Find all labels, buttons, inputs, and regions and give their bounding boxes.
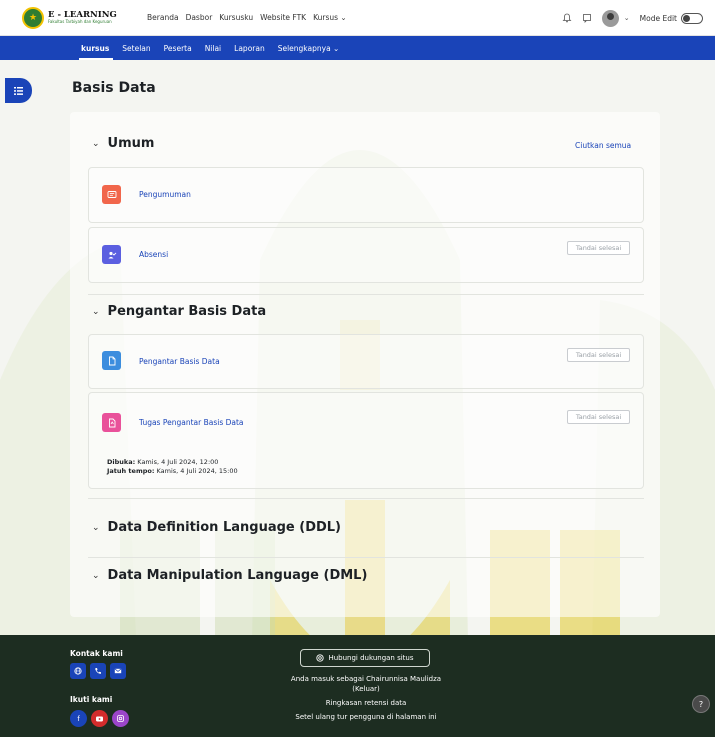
instagram-icon[interactable] [112, 710, 129, 727]
nav-kursus-dropdown[interactable]: Kursus ⌄ [313, 13, 347, 22]
chat-icon[interactable] [580, 11, 594, 25]
activity-link[interactable]: Pengumuman [139, 190, 191, 199]
reset-tour-link[interactable]: Setel ulang tur pengguna di halaman ini [266, 713, 466, 722]
nav-kursusku[interactable]: Kursusku [219, 13, 253, 22]
activity-dates: Dibuka: Kamis, 4 Juli 2024, 12:00 Jatuh … [107, 458, 238, 476]
logged-in-info: Anda masuk sebagai Chairunnisa Maulidza [290, 675, 442, 683]
data-retention-link[interactable]: Ringkasan retensi data [266, 699, 466, 708]
section-pengantar-header[interactable]: ⌄ Pengantar Basis Data [92, 304, 266, 319]
activity-link[interactable]: Pengantar Basis Data [139, 357, 220, 366]
facebook-icon[interactable]: f [70, 710, 87, 727]
opened-label: Dibuka: [107, 458, 136, 466]
assignment-icon [102, 413, 121, 432]
section-umum-header[interactable]: ⌄ Umum [92, 136, 154, 151]
chevron-down-icon[interactable]: ⌄ [92, 523, 100, 533]
logo-emblem-icon: ★ [22, 6, 44, 29]
opened-date: Kamis, 4 Juli 2024, 12:00 [137, 458, 219, 466]
lifebuoy-icon [316, 654, 325, 662]
forum-icon [102, 185, 121, 204]
due-label: Jatuh tempo: [107, 467, 155, 475]
contact-heading: Kontak kami [70, 649, 123, 658]
edit-mode-toggle[interactable] [681, 12, 703, 24]
course-navigation: kursus Setelan Peserta Nilai Laporan Sel… [0, 36, 715, 60]
tab-laporan[interactable]: Laporan [234, 44, 265, 53]
globe-icon[interactable] [70, 663, 86, 679]
tab-setelan[interactable]: Setelan [122, 44, 150, 53]
tab-nilai[interactable]: Nilai [205, 44, 221, 53]
phone-icon[interactable] [90, 663, 106, 679]
tab-kursus[interactable]: kursus [81, 44, 109, 53]
chevron-down-icon[interactable]: ⌄ [624, 14, 630, 22]
chevron-down-icon[interactable]: ⌄ [92, 139, 100, 149]
contact-support-button[interactable]: Hubungi dukungan situs [300, 649, 430, 667]
help-button[interactable]: ? [692, 695, 710, 713]
logo-title: E - LEARNING [48, 9, 117, 20]
activity-link[interactable]: Tugas Pengantar Basis Data [139, 418, 244, 427]
section-dml-header[interactable]: ⌄ Data Manipulation Language (DML) [92, 568, 367, 583]
tab-selengkapnya[interactable]: Selengkapnya ⌄ [278, 44, 340, 53]
activity-link[interactable]: Absensi [139, 250, 168, 259]
mark-done-button[interactable]: Tandai selesai [567, 348, 630, 362]
section-title: Pengantar Basis Data [107, 304, 267, 319]
activity-pengumuman: Pengumuman [88, 167, 644, 223]
logout-link[interactable]: (Keluar) [266, 685, 466, 694]
due-date-row: Jatuh tempo: Kamis, 4 Juli 2024, 15:00 [107, 467, 238, 476]
activity-absensi: Absensi Tandai selesai [88, 227, 644, 283]
section-divider [88, 557, 644, 558]
list-icon [14, 86, 23, 95]
primary-navigation: Beranda Dasbor Kursusku Website FTK Kurs… [147, 13, 354, 22]
chevron-down-icon[interactable]: ⌄ [92, 571, 100, 581]
section-title: Data Manipulation Language (DML) [107, 568, 368, 583]
page-title: Basis Data [72, 80, 156, 96]
mail-icon[interactable] [110, 663, 126, 679]
section-title: Data Definition Language (DDL) [107, 520, 342, 535]
section-divider [88, 498, 644, 499]
course-index-toggle-button[interactable] [5, 78, 32, 103]
site-logo[interactable]: ★ E - LEARNING Fakultas Tarbiyah dan Keg… [22, 6, 137, 29]
activity-tugas-pengantar: Tugas Pengantar Basis Data Tandai selesa… [88, 392, 644, 489]
follow-heading: Ikuti kami [70, 695, 113, 704]
nav-dasbor[interactable]: Dasbor [186, 13, 213, 22]
logo-subtitle: Fakultas Tarbiyah dan Keguruan [48, 19, 112, 25]
user-controls: ⌄ Mode Edit [560, 0, 703, 36]
section-divider [88, 294, 644, 295]
top-navbar: ★ E - LEARNING Fakultas Tarbiyah dan Keg… [0, 0, 715, 36]
activity-pengantar-basis-data: Pengantar Basis Data Tandai selesai [88, 334, 644, 389]
edit-mode-label: Mode Edit [639, 13, 677, 23]
active-tab-indicator [79, 58, 113, 60]
attendance-icon [102, 245, 121, 264]
support-label: Hubungi dukungan situs [328, 654, 414, 662]
due-date: Kamis, 4 Juli 2024, 15:00 [156, 467, 238, 475]
bell-icon[interactable] [560, 11, 574, 25]
collapse-all-link[interactable]: Ciutkan semua [575, 141, 631, 150]
opened-date-row: Dibuka: Kamis, 4 Juli 2024, 12:00 [107, 458, 238, 467]
section-title: Umum [107, 136, 155, 151]
tab-peserta[interactable]: Peserta [164, 44, 192, 53]
mark-done-button[interactable]: Tandai selesai [567, 241, 630, 255]
nav-website-ftk[interactable]: Website FTK [260, 13, 306, 22]
section-ddl-header[interactable]: ⌄ Data Definition Language (DDL) [92, 520, 341, 535]
mark-done-button[interactable]: Tandai selesai [567, 410, 630, 424]
user-avatar[interactable] [601, 9, 619, 27]
file-icon [102, 351, 121, 370]
nav-beranda[interactable]: Beranda [147, 13, 179, 22]
page-footer: Kontak kami Ikuti kami f Hubungi dukunga… [0, 635, 715, 737]
chevron-down-icon[interactable]: ⌄ [92, 307, 100, 317]
youtube-icon[interactable] [91, 710, 108, 727]
